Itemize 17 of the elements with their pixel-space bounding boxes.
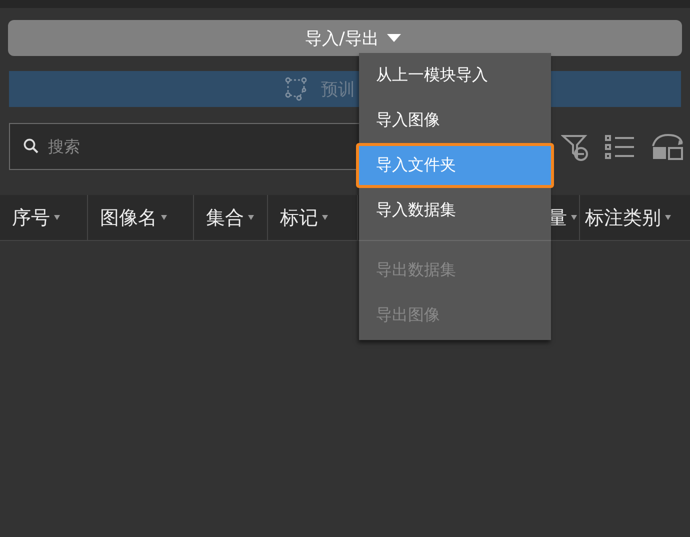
caret-icon [54,215,60,220]
caret-icon [571,215,577,220]
layout-icon[interactable] [651,132,685,160]
column-header[interactable]: 标注类别 [580,195,690,240]
column-header[interactable]: 图像名 [88,195,194,240]
caret-icon [248,215,254,220]
caret-icon [386,34,401,42]
nodes-icon [285,77,307,101]
caret-icon [161,215,167,220]
column-header[interactable]: 序号 [0,195,88,240]
list-icon[interactable] [605,134,635,160]
caret-icon [665,215,671,220]
menu-item[interactable]: 导入数据集 [359,188,551,233]
import-export-button[interactable]: 导入/导出 [8,20,682,56]
column-header[interactable]: 集合 [194,195,268,240]
column-header[interactable]: 标记 [268,195,358,240]
caret-icon [322,215,328,220]
